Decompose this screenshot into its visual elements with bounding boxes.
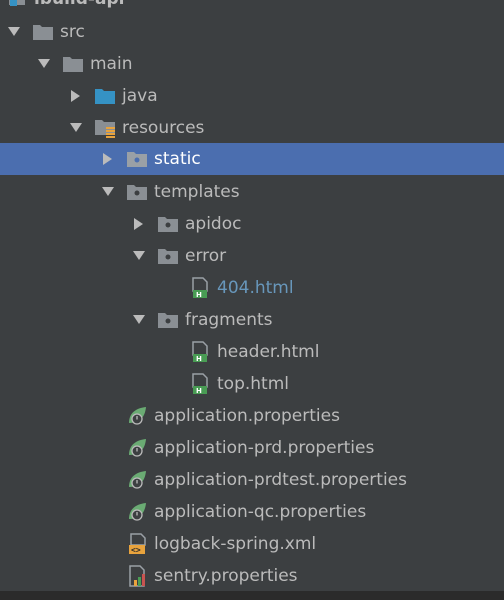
chevron-right-icon[interactable] [68, 88, 84, 104]
tree-item-src[interactable]: src [0, 16, 504, 48]
tree-item-label: main [90, 54, 133, 74]
properties-file-icon [126, 565, 148, 587]
tree-item-label: src [60, 22, 85, 42]
tree-item-label: top.html [217, 374, 289, 394]
spring-leaf-icon [126, 469, 148, 491]
folder-dot-icon [157, 309, 179, 331]
chevron-right-icon[interactable] [131, 216, 147, 232]
tree-item-application-prdtest-properties[interactable]: application-prdtest.properties [0, 464, 504, 496]
tree-item-label: error [185, 246, 227, 266]
spring-leaf-icon [126, 405, 148, 427]
bottom-edge-strip [0, 591, 504, 600]
tree-item-fragments[interactable]: fragments [0, 304, 504, 336]
tree-item-resources[interactable]: resources [0, 112, 504, 144]
tree-item-label: application-qc.properties [154, 502, 367, 522]
spring-leaf-icon [126, 501, 148, 523]
tree-item-404-html[interactable]: H 404.html [0, 272, 504, 304]
chevron-right-icon[interactable] [100, 151, 116, 167]
folder-dot-icon [157, 213, 179, 235]
tree-item-label: application.properties [154, 406, 340, 426]
tree-item-templates[interactable]: templates [0, 176, 504, 208]
tree-item-label: application-prd.properties [154, 438, 375, 458]
folder-dot-icon [126, 181, 148, 203]
tree-item-root[interactable]: ibuild-api [0, 0, 504, 15]
tree-item-logback-spring-xml[interactable]: <> logback-spring.xml [0, 528, 504, 560]
tree-item-label: header.html [217, 342, 320, 362]
folder-icon [32, 21, 54, 43]
html-file-icon: H [189, 341, 211, 363]
folder-icon [62, 53, 84, 75]
tree-item-label: ibuild-api [34, 0, 124, 9]
chevron-down-icon[interactable] [36, 56, 52, 72]
resources-folder-icon [94, 117, 116, 139]
folder-dot-icon [157, 245, 179, 267]
chevron-down-icon[interactable] [131, 312, 147, 328]
tree-item-top-html[interactable]: H top.html [0, 368, 504, 400]
chevron-down-icon[interactable] [100, 184, 116, 200]
source-folder-icon [94, 85, 116, 107]
tree-item-label: resources [122, 118, 205, 138]
tree-item-label: templates [154, 182, 240, 202]
tree-item-label: 404.html [217, 278, 294, 298]
tree-item-error[interactable]: error [0, 240, 504, 272]
svg-text:H: H [196, 387, 202, 395]
tree-item-label: application-prdtest.properties [154, 470, 407, 490]
html-file-icon: H [189, 373, 211, 395]
tree-item-application-properties[interactable]: application.properties [0, 400, 504, 432]
chevron-down-icon[interactable] [6, 24, 22, 40]
module-icon [6, 0, 28, 10]
project-tree: ibuild-api src main [0, 0, 504, 600]
tree-item-main[interactable]: main [0, 48, 504, 80]
tree-item-label: fragments [185, 310, 273, 330]
tree-item-application-prd-properties[interactable]: application-prd.properties [0, 432, 504, 464]
tree-item-label: java [122, 86, 158, 106]
tree-item-static[interactable]: static [0, 143, 504, 175]
tree-item-label: apidoc [185, 214, 242, 234]
xml-file-icon: <> [126, 533, 148, 555]
tree-item-sentry-properties[interactable]: sentry.properties [0, 560, 504, 592]
html-file-icon: H [189, 277, 211, 299]
tree-item-java[interactable]: java [0, 80, 504, 112]
tree-item-label: logback-spring.xml [154, 534, 317, 554]
tree-item-label: sentry.properties [154, 566, 298, 586]
svg-text:<>: <> [131, 546, 141, 555]
tree-item-application-qc-properties[interactable]: application-qc.properties [0, 496, 504, 528]
tree-item-apidoc[interactable]: apidoc [0, 208, 504, 240]
spring-leaf-icon [126, 437, 148, 459]
chevron-down-icon[interactable] [131, 248, 147, 264]
folder-dot-icon [126, 148, 148, 170]
svg-text:H: H [196, 355, 202, 363]
chevron-down-icon[interactable] [68, 120, 84, 136]
tree-item-label: static [154, 149, 201, 169]
tree-item-header-html[interactable]: H header.html [0, 336, 504, 368]
svg-text:H: H [196, 291, 202, 299]
